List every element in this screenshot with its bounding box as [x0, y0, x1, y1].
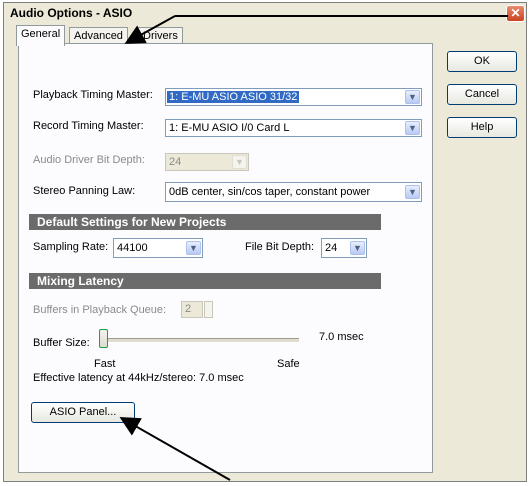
- ok-button[interactable]: OK: [447, 51, 517, 72]
- buffer-size-label: Buffer Size:: [33, 337, 90, 349]
- record-timing-label: Record Timing Master:: [33, 120, 144, 132]
- playback-timing-label: Playback Timing Master:: [33, 89, 153, 101]
- buffer-size-readout: 7.0 msec: [319, 331, 364, 343]
- playback-timing-select[interactable]: 1: E-MU ASIO ASIO 31/32 ▼: [165, 88, 422, 106]
- audio-options-window: Audio Options - ASIO ✕ General Advanced …: [3, 2, 527, 482]
- chevron-down-icon[interactable]: ▼: [405, 121, 420, 135]
- bit-depth-select[interactable]: 24 ▼: [165, 153, 249, 171]
- fast-label: Fast: [94, 358, 116, 370]
- help-button[interactable]: Help: [447, 117, 517, 138]
- chevron-down-icon[interactable]: ▼: [186, 241, 201, 255]
- tab-general-label: General: [21, 28, 61, 40]
- effective-latency-text: Effective latency at 44kHz/stereo: 7.0 m…: [33, 372, 244, 384]
- window-title: Audio Options - ASIO: [10, 6, 133, 20]
- close-icon: ✕: [510, 6, 521, 20]
- safe-label: Safe: [277, 358, 300, 370]
- asio-panel-button-label: ASIO Panel...: [49, 406, 117, 418]
- file-bit-depth-select[interactable]: 24 ▼: [321, 238, 367, 258]
- chevron-down-icon: ▼: [232, 155, 247, 169]
- panning-select[interactable]: 0dB center, sin/cos taper, constant powe…: [165, 182, 422, 202]
- bit-depth-label: Audio Driver Bit Depth:: [33, 154, 145, 166]
- close-button[interactable]: ✕: [506, 5, 525, 22]
- file-bit-depth-label: File Bit Depth:: [245, 241, 315, 253]
- general-tab-panel: Playback Timing Master: 1: E-MU ASIO ASI…: [18, 43, 433, 473]
- cancel-button-label: Cancel: [464, 88, 500, 100]
- playback-timing-value: 1: E-MU ASIO ASIO 31/32: [167, 91, 300, 103]
- title-bar: Audio Options - ASIO ✕: [4, 3, 526, 23]
- buffers-label: Buffers in Playback Queue:: [33, 304, 167, 316]
- file-bit-depth-value: 24: [325, 242, 338, 254]
- help-button-label: Help: [470, 121, 494, 133]
- record-timing-select[interactable]: 1: E-MU ASIO I/0 Card L ▼: [165, 119, 422, 137]
- tab-advanced-label: Advanced: [74, 30, 123, 42]
- tab-drivers-label: Drivers: [143, 30, 178, 42]
- panning-value: 0dB center, sin/cos taper, constant powe…: [169, 186, 371, 198]
- chevron-down-icon[interactable]: ▼: [350, 241, 365, 255]
- panning-label: Stereo Panning Law:: [33, 185, 136, 197]
- default-settings-header: Default Settings for New Projects: [29, 214, 381, 230]
- buffers-input[interactable]: 2: [181, 301, 203, 318]
- mixing-latency-header: Mixing Latency: [29, 273, 381, 289]
- slider-track: [99, 338, 299, 343]
- buffer-size-slider[interactable]: [99, 327, 299, 351]
- cancel-button[interactable]: Cancel: [447, 84, 517, 105]
- chevron-down-icon[interactable]: ▼: [405, 90, 420, 104]
- sampling-rate-label: Sampling Rate:: [33, 241, 109, 253]
- asio-panel-button[interactable]: ASIO Panel...: [31, 402, 135, 423]
- chevron-down-icon[interactable]: ▼: [405, 185, 420, 199]
- tab-general[interactable]: General: [16, 25, 66, 46]
- sampling-rate-value: 44100: [117, 242, 148, 254]
- sampling-rate-select[interactable]: 44100 ▼: [113, 238, 203, 258]
- buffers-value: 2: [185, 303, 192, 315]
- buffers-spinner[interactable]: [204, 301, 213, 318]
- ok-button-label: OK: [474, 55, 490, 67]
- record-timing-value: 1: E-MU ASIO I/0 Card L: [169, 122, 290, 134]
- bit-depth-value: 24: [169, 156, 182, 168]
- slider-thumb[interactable]: [99, 329, 108, 348]
